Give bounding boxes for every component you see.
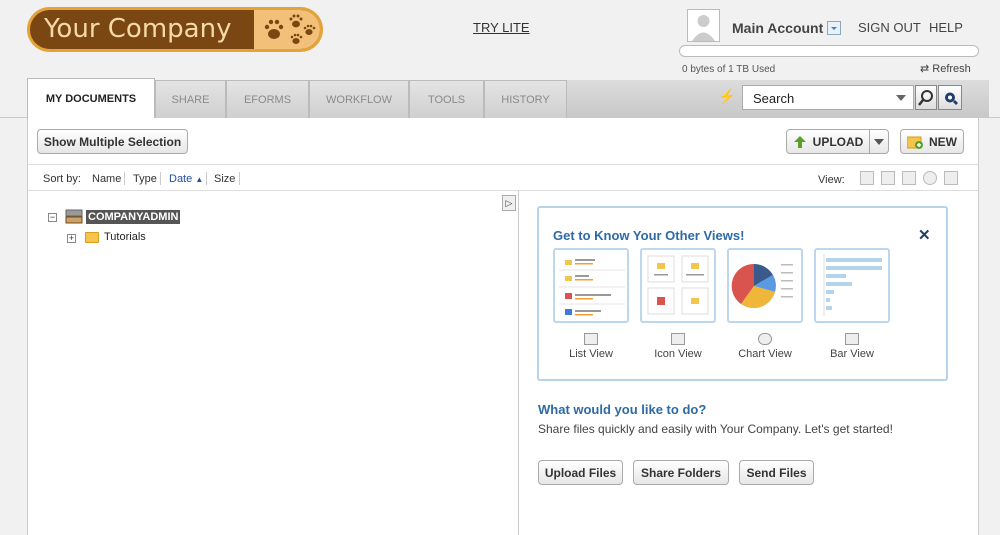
company-logo[interactable]: Your Company	[27, 7, 323, 52]
tree-expand-icon[interactable]: +	[67, 234, 76, 243]
server-icon	[65, 209, 83, 224]
refresh-label: Refresh	[932, 63, 971, 75]
help-link[interactable]: HELP	[929, 20, 963, 35]
icon-view-icon	[671, 333, 685, 345]
divider	[160, 172, 161, 185]
getting-started-title: What would you like to do?	[538, 402, 707, 417]
lightning-icon[interactable]: ⚡	[718, 88, 735, 105]
account-name[interactable]: Main Account	[732, 20, 823, 36]
search-icon	[918, 90, 933, 106]
view-label: View:	[818, 174, 845, 186]
list-view-label[interactable]: List View	[546, 348, 636, 360]
share-folders-button[interactable]: Share Folders	[633, 460, 729, 485]
storage-usage-text: 0 bytes of 1 TB Used	[682, 64, 776, 75]
search-input[interactable]: Search	[742, 85, 914, 110]
tab-history[interactable]: HISTORY	[484, 80, 567, 118]
search-dropdown-icon[interactable]	[896, 95, 906, 101]
chevron-down-icon	[874, 138, 884, 145]
upload-button[interactable]: UPLOAD	[786, 129, 870, 154]
new-button[interactable]: NEW	[900, 129, 964, 154]
logo-text: Your Company	[44, 14, 232, 44]
icon-view-label[interactable]: Icon View	[633, 348, 723, 360]
tab-eforms[interactable]: EFORMS	[226, 80, 309, 118]
upload-dropdown-button[interactable]	[869, 129, 889, 154]
icon-view-icon[interactable]	[881, 171, 895, 185]
sort-ascending-icon: ▲	[195, 175, 204, 184]
tree-item-tutorials[interactable]: Tutorials	[104, 231, 146, 243]
send-files-button[interactable]: Send Files	[739, 460, 814, 485]
tree-root-label[interactable]: COMPANYADMIN	[86, 210, 181, 224]
list-view-thumbnail[interactable]	[553, 248, 629, 323]
new-folder-icon	[907, 136, 923, 149]
account-dropdown-icon[interactable]	[827, 21, 841, 35]
tree-view-icon[interactable]	[902, 171, 916, 185]
avatar[interactable]	[687, 9, 720, 42]
upload-icon	[793, 135, 806, 148]
paw-prints-icon	[254, 10, 320, 49]
upload-files-button[interactable]: Upload Files	[538, 460, 623, 485]
sort-name[interactable]: Name	[92, 173, 121, 185]
tab-tools[interactable]: TOOLS	[409, 80, 484, 118]
tab-share[interactable]: SHARE	[155, 80, 226, 118]
close-icon[interactable]: ✕	[918, 226, 931, 244]
divider	[239, 172, 240, 185]
bar-view-label[interactable]: Bar View	[807, 348, 897, 360]
folder-icon	[85, 232, 99, 243]
divider	[206, 172, 207, 185]
pane-divider[interactable]	[518, 191, 519, 535]
try-lite-link[interactable]: TRY LITE	[473, 20, 530, 35]
storage-usage-bar	[679, 45, 979, 57]
search-button[interactable]	[915, 85, 937, 110]
sort-size[interactable]: Size	[214, 173, 235, 185]
sort-type[interactable]: Type	[133, 173, 157, 185]
sort-by-label: Sort by:	[43, 173, 81, 185]
show-multiple-selection-button[interactable]: Show Multiple Selection	[37, 129, 188, 154]
collapse-pane-button[interactable]: ▷	[502, 195, 516, 211]
sort-date[interactable]: Date ▲	[169, 173, 203, 185]
views-panel-title: Get to Know Your Other Views!	[553, 228, 745, 243]
tree-collapse-icon[interactable]: −	[48, 213, 57, 222]
chart-view-icon	[758, 333, 772, 345]
search-options-button[interactable]	[938, 85, 962, 110]
tab-workflow[interactable]: WORKFLOW	[309, 80, 409, 118]
gear-icon	[945, 92, 958, 105]
refresh-icon: ⇄	[920, 63, 930, 75]
chart-view-icon[interactable]	[923, 171, 937, 185]
bar-view-icon	[845, 333, 859, 345]
bar-view-icon[interactable]	[944, 171, 958, 185]
icon-view-thumbnail[interactable]	[640, 248, 716, 323]
list-view-icon	[584, 333, 598, 345]
divider	[124, 172, 125, 185]
sign-out-link[interactable]: SIGN OUT	[858, 20, 921, 35]
refresh-link[interactable]: ⇄ Refresh	[920, 62, 971, 75]
getting-started-subtitle: Share files quickly and easily with Your…	[538, 422, 893, 436]
chart-view-thumbnail[interactable]	[727, 248, 803, 323]
chart-view-label[interactable]: Chart View	[720, 348, 810, 360]
list-view-icon[interactable]	[860, 171, 874, 185]
tab-my-documents[interactable]: MY DOCUMENTS	[27, 78, 155, 119]
bar-view-thumbnail[interactable]	[814, 248, 890, 323]
